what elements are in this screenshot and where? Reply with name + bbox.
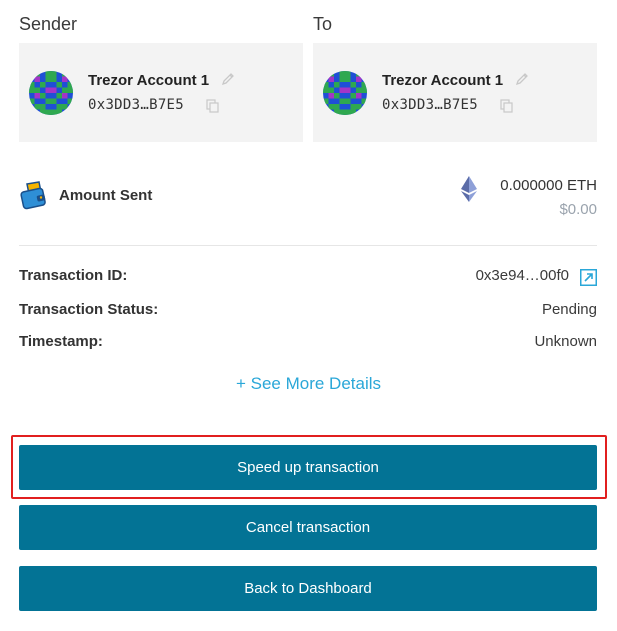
transaction-id-value: 0x3e94…00f0 <box>475 267 569 284</box>
amount-sent-label: Amount Sent <box>59 187 153 204</box>
transaction-status-value: Pending <box>541 301 597 318</box>
copy-icon[interactable] <box>500 99 514 113</box>
timestamp-value: Unknown <box>534 333 597 350</box>
section-divider <box>19 245 597 246</box>
recipient-address: 0x3DD3…B7E5 <box>382 97 479 113</box>
back-to-dashboard-button[interactable]: Back to Dashboard <box>19 566 597 611</box>
timestamp-row: Timestamp: Unknown <box>19 333 597 355</box>
transaction-status-row: Transaction Status: Pending <box>19 301 597 323</box>
see-more-details-link[interactable]: + See More Details <box>0 374 617 394</box>
recipient-card: Trezor Account 1 0x3DD3…B7E5 <box>313 43 597 142</box>
sender-account-name: Trezor Account 1 <box>88 72 210 89</box>
sender-address: 0x3DD3…B7E5 <box>88 97 185 113</box>
recipient-account-name: Trezor Account 1 <box>382 72 504 89</box>
sender-avatar <box>29 71 73 115</box>
sender-card: Trezor Account 1 0x3DD3…B7E5 <box>19 43 303 142</box>
external-link-icon[interactable] <box>580 269 597 286</box>
edit-pencil-icon[interactable] <box>221 72 235 86</box>
transaction-id-row: Transaction ID: 0x3e94…00f0 <box>19 267 597 289</box>
edit-pencil-icon[interactable] <box>515 72 529 86</box>
amount-eth-value: 0.000000 ETH <box>500 177 597 194</box>
sender-heading: Sender <box>19 14 78 34</box>
copy-icon[interactable] <box>206 99 220 113</box>
amount-usd-value: $0.00 <box>559 201 597 218</box>
transaction-status-label: Transaction Status: <box>19 301 159 318</box>
recipient-heading: To <box>313 14 333 34</box>
recipient-avatar <box>323 71 367 115</box>
amount-sent-row: Amount Sent 0.000000 ETH $0.00 <box>19 176 597 226</box>
ethereum-icon <box>461 176 477 202</box>
transaction-id-label: Transaction ID: <box>19 267 128 284</box>
speed-up-transaction-button[interactable]: Speed up transaction <box>19 445 597 490</box>
cancel-transaction-button[interactable]: Cancel transaction <box>19 505 597 550</box>
timestamp-label: Timestamp: <box>19 333 103 350</box>
wallet-icon <box>20 181 46 210</box>
